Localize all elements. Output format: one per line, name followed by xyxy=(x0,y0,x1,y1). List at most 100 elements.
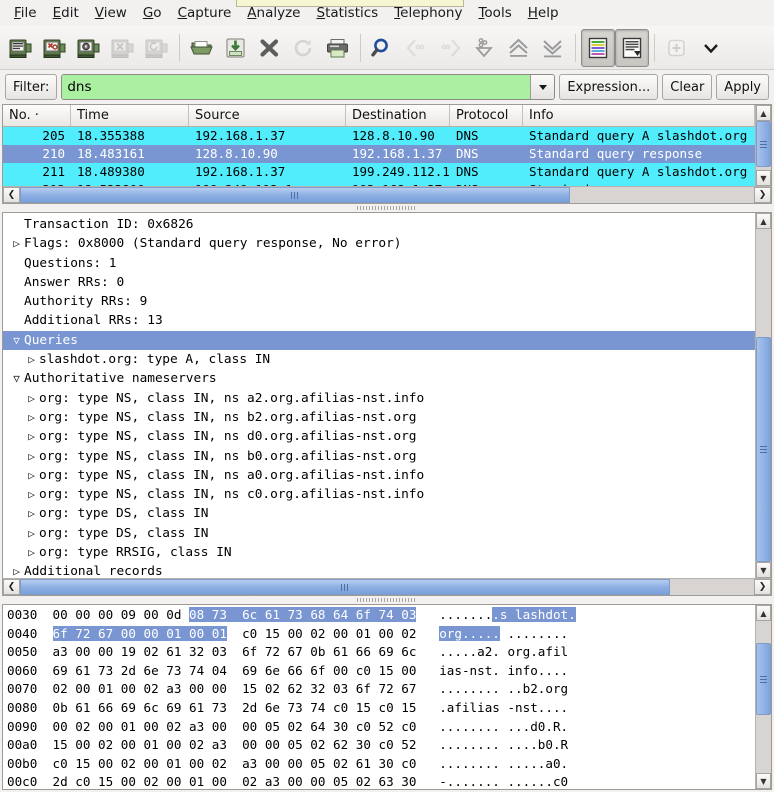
scroll-track[interactable] xyxy=(756,121,771,170)
display-filter-input[interactable] xyxy=(62,75,531,99)
chevron-right-icon[interactable]: ▷ xyxy=(28,450,35,463)
scroll-left-icon[interactable]: ❮ xyxy=(3,187,20,203)
detail-tree-item[interactable]: Transaction ID: 0x6826 xyxy=(3,215,755,234)
chevron-right-icon[interactable]: ▷ xyxy=(13,237,20,250)
scroll-track[interactable] xyxy=(756,229,771,562)
chevron-right-icon[interactable]: ▷ xyxy=(13,565,20,578)
filter-history-dropdown[interactable] xyxy=(530,75,555,99)
hex-dump-row[interactable]: 0080 0b 61 66 69 6c 69 61 73 2d 6e 73 74… xyxy=(7,699,755,718)
apply-filter-button[interactable]: Apply xyxy=(716,74,769,100)
go-to-first-packet-icon[interactable] xyxy=(502,29,536,67)
packet-row[interactable]: 205 18.355388 192.168.1.37 128.8.10.90 DNS St… xyxy=(3,127,755,145)
scroll-thumb[interactable] xyxy=(756,337,771,562)
scroll-down-icon[interactable]: ▼ xyxy=(756,562,771,578)
menu-file[interactable]: File xyxy=(6,2,45,24)
expression-button[interactable]: Expression... xyxy=(559,74,659,100)
hex-dump-row[interactable]: 0040 6f 72 67 00 00 01 00 01 c0 15 00 02… xyxy=(7,625,755,644)
detail-tree-item[interactable]: ▷ org: type DS, class IN xyxy=(3,504,755,523)
detail-tree-item[interactable]: ▷ org: type NS, class IN, ns c0.org.afili… xyxy=(3,485,755,504)
detail-tree-item[interactable]: ▷ org: type NS, class IN, ns b2.org.afili… xyxy=(3,408,755,427)
scroll-down-icon[interactable]: ▼ xyxy=(756,170,771,186)
menu-tools[interactable]: Tools xyxy=(470,2,519,24)
auto-scroll-icon[interactable] xyxy=(615,28,649,67)
scroll-right-icon[interactable]: ❯ xyxy=(754,579,771,595)
scroll-thumb[interactable] xyxy=(20,579,670,595)
go-to-packet-icon[interactable] xyxy=(468,29,502,67)
close-file-icon[interactable] xyxy=(253,29,287,67)
chevron-right-icon[interactable]: ▷ xyxy=(28,411,35,424)
packet-row[interactable]: 211 18.489380 192.168.1.37 199.249.112.1 DNS… xyxy=(3,163,755,181)
hex-dump-row[interactable]: 00b0 c0 15 00 02 00 01 00 02 a3 00 00 05… xyxy=(7,755,755,774)
detail-tree-item[interactable]: ▷ slashdot.org: type A, class IN xyxy=(3,350,755,369)
scroll-thumb[interactable] xyxy=(756,643,771,715)
chevron-right-icon[interactable]: ▷ xyxy=(28,507,35,520)
packet-detail-horizontal-scrollbar[interactable]: ❮ ❯ xyxy=(3,578,771,595)
find-packet-icon[interactable] xyxy=(366,29,400,67)
column-header-source[interactable]: Source xyxy=(189,105,346,126)
scroll-up-icon[interactable]: ▲ xyxy=(756,605,771,621)
chevron-right-icon[interactable]: ▷ xyxy=(28,546,35,559)
detail-tree-item[interactable]: Answer RRs: 0 xyxy=(3,273,755,292)
scroll-up-icon[interactable]: ▲ xyxy=(756,213,771,229)
packet-bytes-vertical-scrollbar[interactable]: ▲ ▼ xyxy=(755,605,771,789)
hex-dump-row[interactable]: 0030 00 00 00 09 00 0d 08 73 6c 61 73 68… xyxy=(7,606,755,625)
scroll-track[interactable] xyxy=(20,579,754,595)
scroll-track[interactable] xyxy=(756,621,771,773)
start-capture-icon[interactable] xyxy=(72,29,106,67)
detail-tree-item[interactable]: ▷ Additional records xyxy=(3,562,755,578)
column-header-info[interactable]: Info xyxy=(523,105,755,126)
detail-tree-item[interactable]: Additional RRs: 13 xyxy=(3,311,755,330)
packet-detail-tree-area[interactable]: Transaction ID: 0x6826 ▷ Flags: 0x8000 (St… xyxy=(3,213,755,578)
packet-list-rows-area[interactable]: 205 18.355388 192.168.1.37 128.8.10.90 DNS St… xyxy=(3,127,755,186)
packet-list-horizontal-scrollbar[interactable]: ❮ ❯ xyxy=(3,186,771,203)
hex-dump-row[interactable]: 00a0 15 00 02 00 01 00 02 a3 00 00 05 02… xyxy=(7,736,755,755)
save-file-icon[interactable] xyxy=(219,29,253,67)
go-to-last-packet-icon[interactable] xyxy=(536,29,570,67)
scroll-track[interactable] xyxy=(20,187,754,203)
menu-help[interactable]: Help xyxy=(520,2,567,24)
pane-splitter-top[interactable] xyxy=(2,204,772,212)
hex-dump-row[interactable]: 0060 69 61 73 2d 6e 73 74 04 69 6e 66 6f… xyxy=(7,662,755,681)
hex-dump-row[interactable]: 0090 00 02 00 01 00 02 a3 00 00 05 02 64… xyxy=(7,718,755,737)
column-header-protocol[interactable]: Protocol xyxy=(450,105,523,126)
detail-tree-item[interactable]: Questions: 1 xyxy=(3,254,755,273)
chevron-right-icon[interactable]: ▷ xyxy=(28,527,35,540)
column-header-time[interactable]: Time xyxy=(71,105,189,126)
colorize-icon[interactable] xyxy=(581,28,615,67)
scroll-thumb[interactable] xyxy=(756,121,771,167)
filter-input-wrapper[interactable] xyxy=(61,74,556,100)
chevron-down-icon[interactable]: ▽ xyxy=(13,334,20,347)
scroll-down-icon[interactable]: ▼ xyxy=(756,773,771,789)
hex-dump-row[interactable]: 00c0 2d c0 15 00 02 00 01 00 02 a3 00 00… xyxy=(7,773,755,789)
column-header-no[interactable]: No. · xyxy=(3,105,71,126)
detail-tree-item[interactable]: ▷ org: type NS, class IN, ns d0.org.afili… xyxy=(3,427,755,446)
detail-tree-item[interactable]: ▷ org: type NS, class IN, ns a0.org.afili… xyxy=(3,466,755,485)
interfaces-icon[interactable] xyxy=(4,29,38,67)
open-file-icon[interactable] xyxy=(185,29,219,67)
chevron-right-icon[interactable]: ▷ xyxy=(28,353,35,366)
chevron-right-icon[interactable]: ▷ xyxy=(28,469,35,482)
scroll-thumb[interactable] xyxy=(20,187,570,203)
hex-dump-row[interactable]: 0070 02 00 01 00 02 a3 00 00 15 02 62 32… xyxy=(7,680,755,699)
column-header-destination[interactable]: Destination xyxy=(346,105,450,126)
detail-tree-item[interactable]: ▷ org: type RRSIG, class IN xyxy=(3,543,755,562)
capture-options-icon[interactable] xyxy=(38,29,72,67)
detail-tree-item[interactable]: ▽ Authoritative nameservers xyxy=(3,369,755,388)
pane-splitter-bottom[interactable] xyxy=(2,596,772,604)
packet-detail-vertical-scrollbar[interactable]: ▲ ▼ xyxy=(755,213,771,578)
detail-tree-item[interactable]: ▷ org: type NS, class IN, ns a2.org.afili… xyxy=(3,389,755,408)
detail-tree-item[interactable]: ▷ org: type DS, class IN xyxy=(3,524,755,543)
scroll-right-icon[interactable]: ❯ xyxy=(754,187,771,203)
scroll-up-icon[interactable]: ▲ xyxy=(756,105,771,121)
detail-tree-item[interactable]: Authority RRs: 9 xyxy=(3,292,755,311)
menu-capture[interactable]: Capture xyxy=(170,2,240,24)
filter-bookmark-button[interactable]: Filter: xyxy=(5,74,58,100)
packet-list-vertical-scrollbar[interactable]: ▲ ▼ xyxy=(755,105,771,186)
menu-view[interactable]: View xyxy=(87,2,135,24)
chevron-right-icon[interactable]: ▷ xyxy=(28,430,35,443)
menu-go[interactable]: Go xyxy=(135,2,170,24)
detail-tree-item[interactable]: ▽ Queries xyxy=(3,330,755,351)
hex-dump-area[interactable]: 0030 00 00 00 09 00 0d 08 73 6c 61 73 68… xyxy=(3,605,755,789)
detail-tree-item[interactable]: ▷ Flags: 0x8000 (Standard query response,… xyxy=(3,234,755,253)
toolbar-overflow-icon[interactable] xyxy=(694,29,728,67)
